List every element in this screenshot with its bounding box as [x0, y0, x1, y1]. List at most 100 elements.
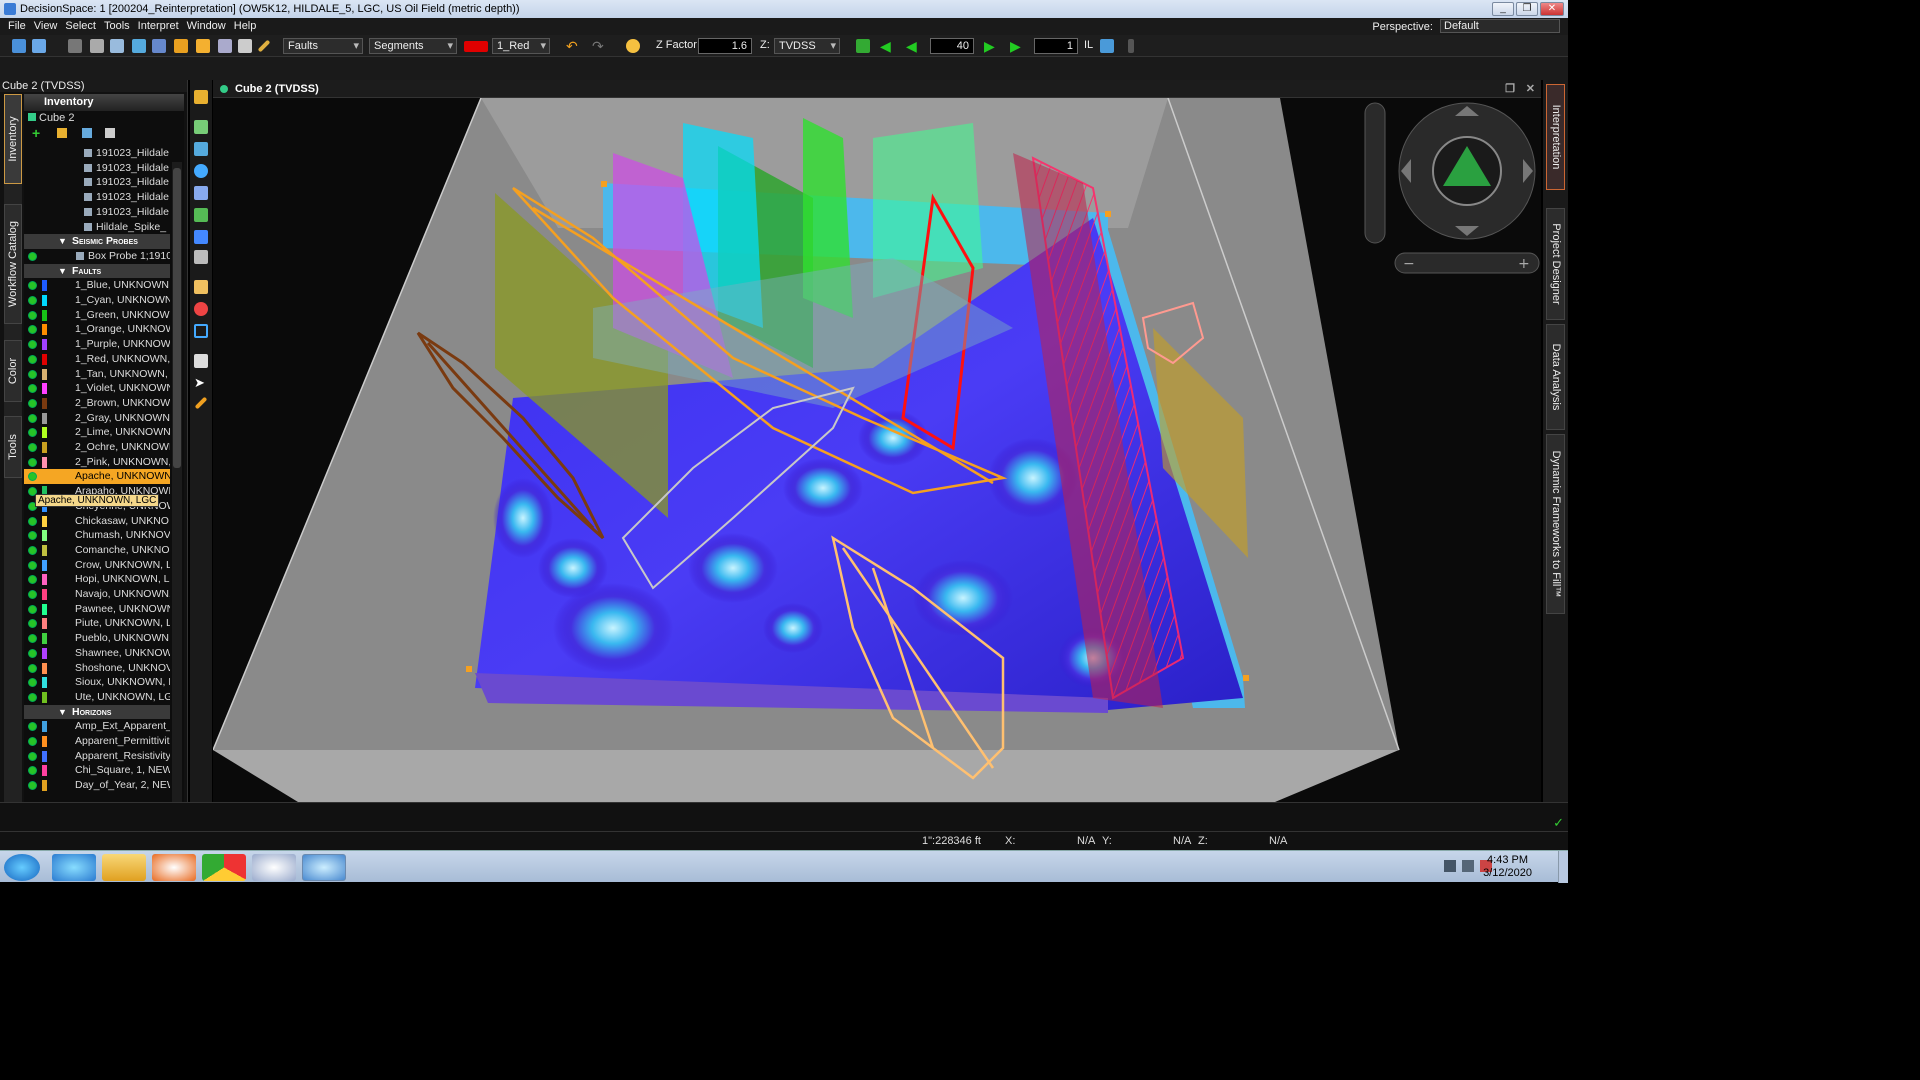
snapshot-icon[interactable] — [1100, 39, 1114, 53]
chrome-icon[interactable] — [202, 854, 246, 881]
visibility-toggle-icon[interactable] — [28, 634, 37, 644]
visibility-toggle-icon[interactable] — [28, 604, 37, 614]
cube-view-icon[interactable] — [194, 230, 208, 244]
maximize-button[interactable]: ❐ — [1516, 2, 1538, 16]
tree-item[interactable]: 2_Lime, UNKNOWN — [24, 425, 170, 440]
visibility-toggle-icon[interactable] — [28, 457, 37, 467]
tree-item[interactable]: Navajo, UNKNOWN, — [24, 587, 170, 602]
visibility-toggle-icon[interactable] — [28, 296, 37, 305]
tab-color[interactable]: Color — [4, 340, 22, 402]
inventory-scrollbar[interactable] — [172, 162, 182, 802]
object-type-dropdown[interactable]: Faults — [283, 38, 363, 54]
visibility-toggle-icon[interactable] — [28, 413, 37, 423]
visibility-toggle-icon[interactable] — [28, 692, 37, 702]
visibility-toggle-icon[interactable] — [28, 619, 37, 629]
draw-pencil-icon[interactable] — [194, 396, 208, 410]
tree-item[interactable]: Apache, UNKNOWN — [24, 469, 170, 485]
tree-item[interactable]: 1_Purple, UNKNOW — [24, 337, 170, 352]
ruler-icon[interactable] — [238, 39, 252, 53]
menu-window[interactable]: Window — [183, 18, 230, 35]
tree-item[interactable]: Apparent_Resistivity — [24, 749, 170, 764]
minimize-button[interactable]: _ — [1492, 2, 1514, 16]
tab-interpretation[interactable]: Interpretation — [1546, 84, 1565, 190]
ie-icon[interactable] — [52, 854, 96, 881]
pick-icon[interactable] — [174, 39, 188, 53]
tab-inventory[interactable]: Inventory — [4, 94, 22, 184]
visibility-toggle-icon[interactable] — [28, 648, 37, 658]
tree-item[interactable]: Chi_Square, 1, NEW — [24, 763, 170, 778]
tree-item[interactable]: Comanche, UNKNO — [24, 543, 170, 558]
visibility-toggle-icon[interactable] — [28, 472, 37, 482]
tree-item[interactable]: 1_Green, UNKNOW — [24, 308, 170, 323]
tree-item[interactable]: Chumash, UNKNOV — [24, 528, 170, 543]
tree-item[interactable]: Amp_Ext_Apparent_ — [24, 719, 170, 734]
3d-scene[interactable]: − + — [213, 98, 1541, 802]
close-button[interactable]: ✕ — [1540, 2, 1564, 16]
grid-icon[interactable] — [152, 39, 166, 53]
menu-select[interactable]: Select — [61, 18, 100, 35]
tree-item[interactable]: Chickasaw, UNKNO — [24, 514, 170, 529]
visibility-toggle-icon[interactable] — [28, 560, 37, 570]
system-clock[interactable]: 4:43 PM 3/12/2020 — [1483, 854, 1532, 880]
tree-item[interactable]: 1_Red, UNKNOWN, — [24, 352, 170, 367]
scroll-thumb[interactable] — [173, 168, 181, 468]
step-input[interactable]: 40 — [930, 38, 974, 54]
view-top-icon[interactable] — [194, 186, 208, 200]
nav-zoom-track[interactable] — [1364, 102, 1386, 244]
sync-icon[interactable] — [856, 39, 870, 53]
undo-icon[interactable]: ↶ — [566, 39, 580, 53]
menu-help[interactable]: Help — [230, 18, 261, 35]
box-icon[interactable] — [196, 39, 210, 53]
visibility-toggle-icon[interactable] — [28, 340, 37, 350]
camera-icon[interactable] — [218, 39, 232, 53]
play-icon[interactable]: ▶ — [1010, 39, 1024, 53]
save-icon[interactable] — [68, 39, 82, 53]
step-back-icon[interactable]: ◀ — [906, 39, 920, 53]
nav-plus-icon[interactable]: + — [1518, 256, 1530, 272]
visibility-toggle-icon[interactable] — [28, 428, 37, 438]
tree-item[interactable]: Piute, UNKNOWN, L — [24, 616, 170, 631]
tree-item[interactable]: Box Probe 1;1910 — [24, 249, 170, 264]
tree-item[interactable]: 1_Tan, UNKNOWN, — [24, 367, 170, 382]
pan-hand-icon[interactable] — [194, 354, 208, 368]
tree-item[interactable]: Day_of_Year, 2, NEW — [24, 778, 170, 793]
layout-icon[interactable] — [110, 39, 124, 53]
tree-item[interactable]: Ute, UNKNOWN, LG — [24, 690, 170, 705]
z-domain-dropdown[interactable]: TVDSS — [774, 38, 840, 54]
menu-file[interactable]: File — [4, 18, 30, 35]
tree-item[interactable]: Apparent_Permittivit — [24, 734, 170, 749]
sun-icon[interactable] — [626, 39, 640, 53]
visibility-toggle-icon[interactable] — [28, 766, 37, 776]
expand-arrow-icon[interactable]: ▼ — [58, 705, 67, 719]
fault-pick-icon[interactable] — [194, 280, 208, 294]
expand-arrow-icon[interactable]: ▼ — [58, 234, 67, 248]
zfactor-input[interactable]: 1.6 — [698, 38, 752, 54]
visibility-toggle-icon[interactable] — [28, 678, 37, 688]
tree-section[interactable]: ▼ Horizons — [24, 704, 170, 720]
network-icon[interactable] — [1462, 860, 1474, 872]
visibility-toggle-icon[interactable] — [28, 384, 37, 394]
open-session-icon[interactable] — [32, 39, 46, 53]
home-view-icon[interactable] — [194, 90, 208, 104]
tab-tools[interactable]: Tools — [4, 416, 22, 478]
redo-icon[interactable]: ↷ — [592, 39, 606, 53]
visibility-toggle-icon[interactable] — [28, 663, 37, 673]
visibility-toggle-icon[interactable] — [28, 354, 37, 364]
visibility-toggle-icon[interactable] — [28, 398, 37, 408]
color-dropdown[interactable]: 1_Red — [492, 38, 550, 54]
tree-item[interactable]: 1_Cyan, UNKNOWN — [24, 293, 170, 308]
visibility-toggle-icon[interactable] — [28, 575, 37, 585]
tab-project-designer[interactable]: Project Designer — [1546, 208, 1565, 320]
show-desktop-button[interactable] — [1558, 851, 1568, 883]
visibility-toggle-icon[interactable] — [28, 310, 37, 320]
tab-dynamic-frameworks[interactable]: Dynamic Frameworks to Fill™ — [1546, 434, 1565, 614]
visibility-toggle-icon[interactable] — [28, 722, 37, 732]
expand-arrow-icon[interactable]: ▼ — [58, 264, 67, 278]
visibility-toggle-icon[interactable] — [28, 369, 37, 379]
tree-item[interactable]: 2_Brown, UNKNOWN — [24, 396, 170, 411]
collapse-icon[interactable] — [105, 128, 116, 138]
tree-item[interactable]: Shoshone, UNKNOV — [24, 661, 170, 676]
tree-item[interactable]: Pueblo, UNKNOWN — [24, 631, 170, 646]
visibility-toggle-icon[interactable] — [28, 590, 37, 599]
visibility-toggle-icon[interactable] — [28, 443, 37, 452]
